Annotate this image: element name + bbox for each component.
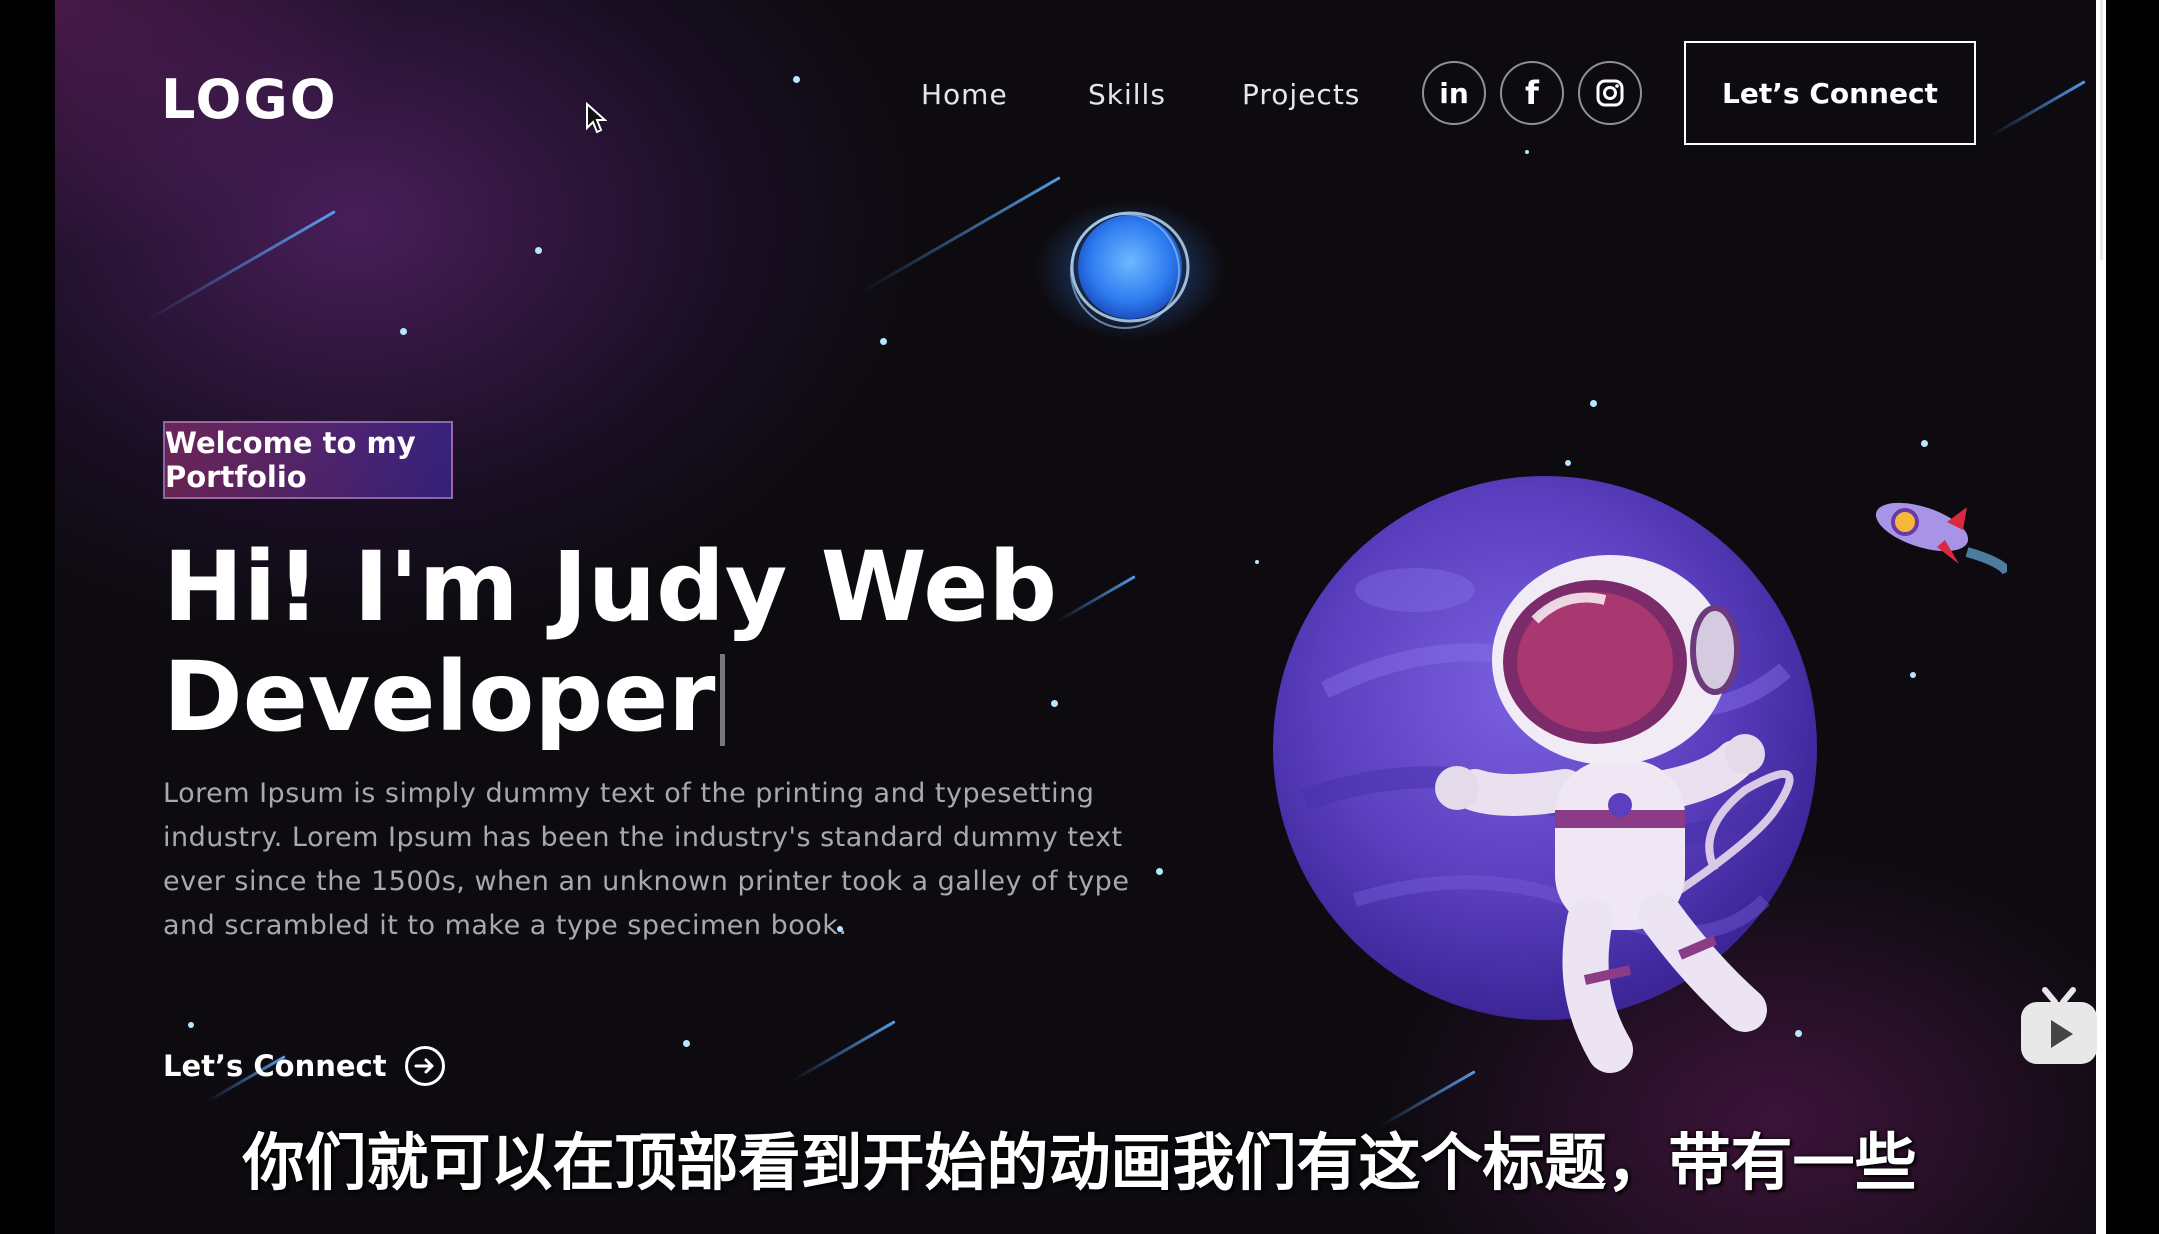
shooting-star [143,210,336,323]
cta-label: Let’s Connect [163,1049,387,1083]
hero-title-line1: Hi! I'm Judy Web [163,531,1058,643]
star [1525,150,1529,154]
hero-title: Hi! I'm Judy Web Developer [163,532,1123,752]
nav-link-skills[interactable]: Skills [1088,78,1166,111]
star [1910,672,1916,678]
linkedin-icon: in [1439,76,1469,110]
instagram-button[interactable] [1578,61,1642,125]
nav-link-projects[interactable]: Projects [1242,78,1360,111]
star [188,1022,194,1028]
logo[interactable]: LOGO [161,68,338,131]
star [1795,1030,1802,1037]
typing-cursor [719,654,725,746]
star [1255,560,1259,564]
blue-planet-icon [1035,200,1225,340]
facebook-icon: f [1525,74,1539,112]
facebook-button[interactable]: f [1500,61,1564,125]
video-subtitle: 你们就可以在顶部看到开始的动画我们有这个标题，带有一些 [242,1126,1917,1199]
lets-connect-link[interactable]: Let’s Connect [163,1046,445,1086]
star [400,328,407,335]
hero-description: Lorem Ipsum is simply dummy text of the … [163,778,1130,941]
star [1565,460,1571,466]
nav-link-home[interactable]: Home [921,78,1008,111]
star [1590,400,1597,407]
instagram-icon [1596,79,1624,107]
scrollbar-thumb[interactable] [2100,0,2103,260]
arrow-right-circle-icon [404,1046,445,1086]
star [880,338,887,345]
shooting-star [790,1020,896,1083]
linkedin-button[interactable]: in [1422,61,1486,125]
rocket-icon [1875,502,2007,575]
lets-connect-button[interactable]: Let’s Connect [1684,41,1976,145]
star [793,76,800,83]
star [535,247,542,254]
hero-background: LOGO Home Skills Projects in f Let’s Con… [55,0,2096,1234]
astronaut-icon [1435,555,1794,1073]
shooting-star [1988,80,2086,138]
tagline-badge: Welcome to my Portfolio [163,421,453,499]
mouse-cursor-icon [586,102,607,134]
video-play-icon[interactable] [2017,986,2101,1068]
star [683,1040,690,1047]
star [1921,440,1928,447]
hero-title-line2: Developer [163,641,716,753]
